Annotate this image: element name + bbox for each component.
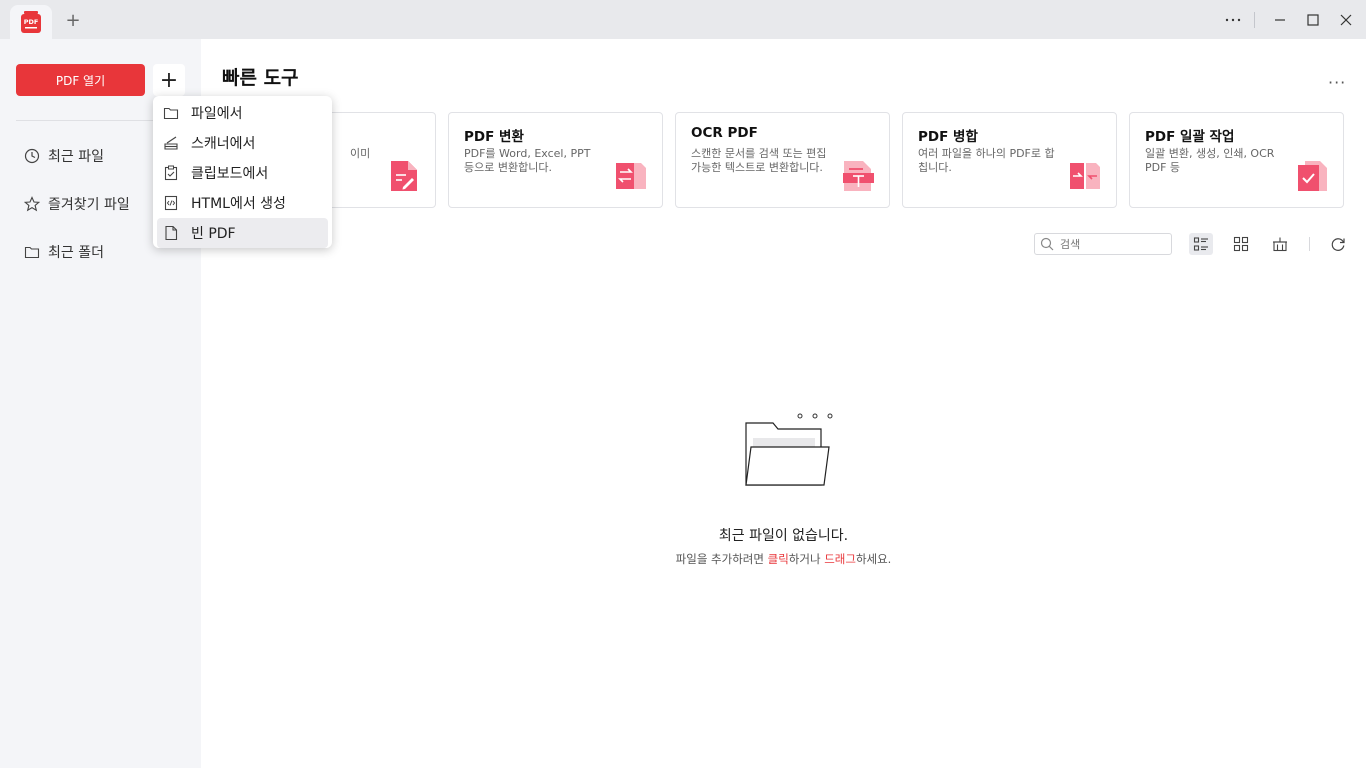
- list-view-icon: [1193, 237, 1208, 251]
- toolbar-separator: [1309, 237, 1310, 251]
- sidebar-item-label: 즐겨찾기 파일: [48, 197, 130, 213]
- blank-page-icon: [165, 225, 178, 241]
- menu-item-label: 빈 PDF: [191, 226, 236, 242]
- card-title: PDF 변환: [464, 129, 524, 145]
- menu-item-blank-pdf[interactable]: 빈 PDF: [157, 218, 328, 248]
- card-desc: 스캔한 문서를 검색 또는 편집 가능한 텍스트로 변환합니다.: [691, 147, 827, 174]
- sidebar-item-label: 최근 파일: [48, 149, 104, 165]
- convert-pdf-icon: [616, 163, 646, 189]
- merge-pdf-icon: [1070, 163, 1100, 189]
- sidebar-item-recent-files[interactable]: 최근 파일: [24, 144, 104, 168]
- search-icon: [1040, 237, 1054, 251]
- batch-pdf-icon: [1298, 161, 1327, 191]
- clean-icon: [1273, 237, 1287, 252]
- list-view-button[interactable]: [1189, 233, 1213, 255]
- tool-card-ocr[interactable]: OCR PDF 스캔한 문서를 검색 또는 편집 가능한 텍스트로 변환합니다.: [675, 112, 890, 208]
- tool-card-convert[interactable]: PDF 변환 PDF를 Word, Excel, PPT 등으로 변환합니다.: [448, 112, 663, 208]
- drag-link: 드래그: [824, 552, 856, 566]
- grid-view-icon: [1233, 236, 1249, 252]
- clock-icon: [24, 148, 40, 164]
- ocr-pdf-icon: [843, 161, 874, 191]
- clear-button[interactable]: [1268, 233, 1292, 255]
- close-icon[interactable]: [1334, 8, 1358, 32]
- clipboard-icon: [164, 165, 178, 181]
- grid-view-button[interactable]: [1229, 233, 1253, 255]
- menu-item-label: HTML에서 생성: [191, 196, 286, 212]
- card-desc: 일괄 변환, 생성, 인쇄, OCR PDF 등: [1145, 147, 1275, 174]
- minimize-icon[interactable]: [1268, 8, 1292, 32]
- refresh-button[interactable]: [1326, 233, 1350, 255]
- star-icon: [24, 196, 40, 212]
- search-input[interactable]: [1060, 237, 1160, 251]
- maximize-icon[interactable]: [1301, 8, 1325, 32]
- open-pdf-button[interactable]: PDF 열기: [16, 64, 145, 96]
- document-tab[interactable]: PDF: [10, 5, 52, 39]
- refresh-icon: [1331, 238, 1345, 251]
- menu-item-label: 클립보드에서: [191, 166, 269, 182]
- app-logo-icon: PDF: [20, 10, 42, 34]
- title-separator: [1254, 12, 1255, 28]
- svg-text:PDF: PDF: [24, 18, 39, 26]
- empty-state-title: 최근 파일이 없습니다.: [718, 528, 849, 544]
- menu-item-from-scanner[interactable]: 스캐너에서: [157, 128, 328, 158]
- title-bar: PDF +: [0, 0, 1366, 39]
- empty-sub-text: 하거나: [788, 552, 825, 566]
- more-icon[interactable]: [1221, 8, 1245, 32]
- empty-sub-text: 파일을 추가하려면: [675, 552, 768, 566]
- folder-icon: [24, 246, 40, 259]
- card-desc: PDF를 Word, Excel, PPT 등으로 변환합니다.: [464, 147, 591, 174]
- create-dropdown-menu: 파일에서 스캐너에서 클립보드에서 HTML에서 생성 빈 PDF: [153, 96, 332, 248]
- quick-tools-more-icon[interactable]: ···: [1328, 73, 1346, 92]
- main-content: 빠른 도구 ··· 이미 PDF 변환 PDF를 Word, Excel, PP…: [201, 39, 1366, 768]
- menu-item-label: 파일에서: [191, 106, 243, 122]
- empty-sub-text: 하세요.: [855, 552, 892, 566]
- card-title: PDF 일괄 작업: [1145, 129, 1235, 145]
- click-link[interactable]: 클릭: [768, 552, 789, 566]
- card-title: PDF 병합: [918, 129, 978, 145]
- html-file-icon: [164, 195, 178, 211]
- menu-item-from-file[interactable]: 파일에서: [157, 98, 328, 128]
- sidebar-item-favorites[interactable]: 즐겨찾기 파일: [24, 192, 130, 216]
- quick-tools-title: 빠른 도구: [222, 67, 299, 89]
- empty-state-subtitle: 파일을 추가하려면 클릭하거나 드래그하세요.: [201, 551, 1366, 567]
- card-title: OCR PDF: [691, 125, 758, 141]
- tool-card-merge[interactable]: PDF 병합 여러 파일을 하나의 PDF로 합칩니다.: [902, 112, 1117, 208]
- empty-folder-icon: [745, 413, 833, 486]
- folder-icon: [163, 107, 179, 120]
- menu-item-label: 스캐너에서: [191, 136, 256, 152]
- menu-item-from-html[interactable]: HTML에서 생성: [157, 188, 328, 218]
- menu-item-from-clipboard[interactable]: 클립보드에서: [157, 158, 328, 188]
- scanner-icon: [164, 136, 178, 150]
- sidebar-item-label: 최근 폴더: [48, 245, 104, 261]
- edit-pdf-icon: [391, 161, 417, 191]
- card-desc: 여러 파일을 하나의 PDF로 합칩니다.: [918, 147, 1055, 174]
- search-box[interactable]: [1034, 233, 1172, 255]
- new-tab-button[interactable]: +: [62, 10, 84, 32]
- tool-card-batch[interactable]: PDF 일괄 작업 일괄 변환, 생성, 인쇄, OCR PDF 등: [1129, 112, 1344, 208]
- sidebar-item-recent-folders[interactable]: 최근 폴더: [24, 240, 104, 264]
- create-button[interactable]: +: [153, 64, 185, 96]
